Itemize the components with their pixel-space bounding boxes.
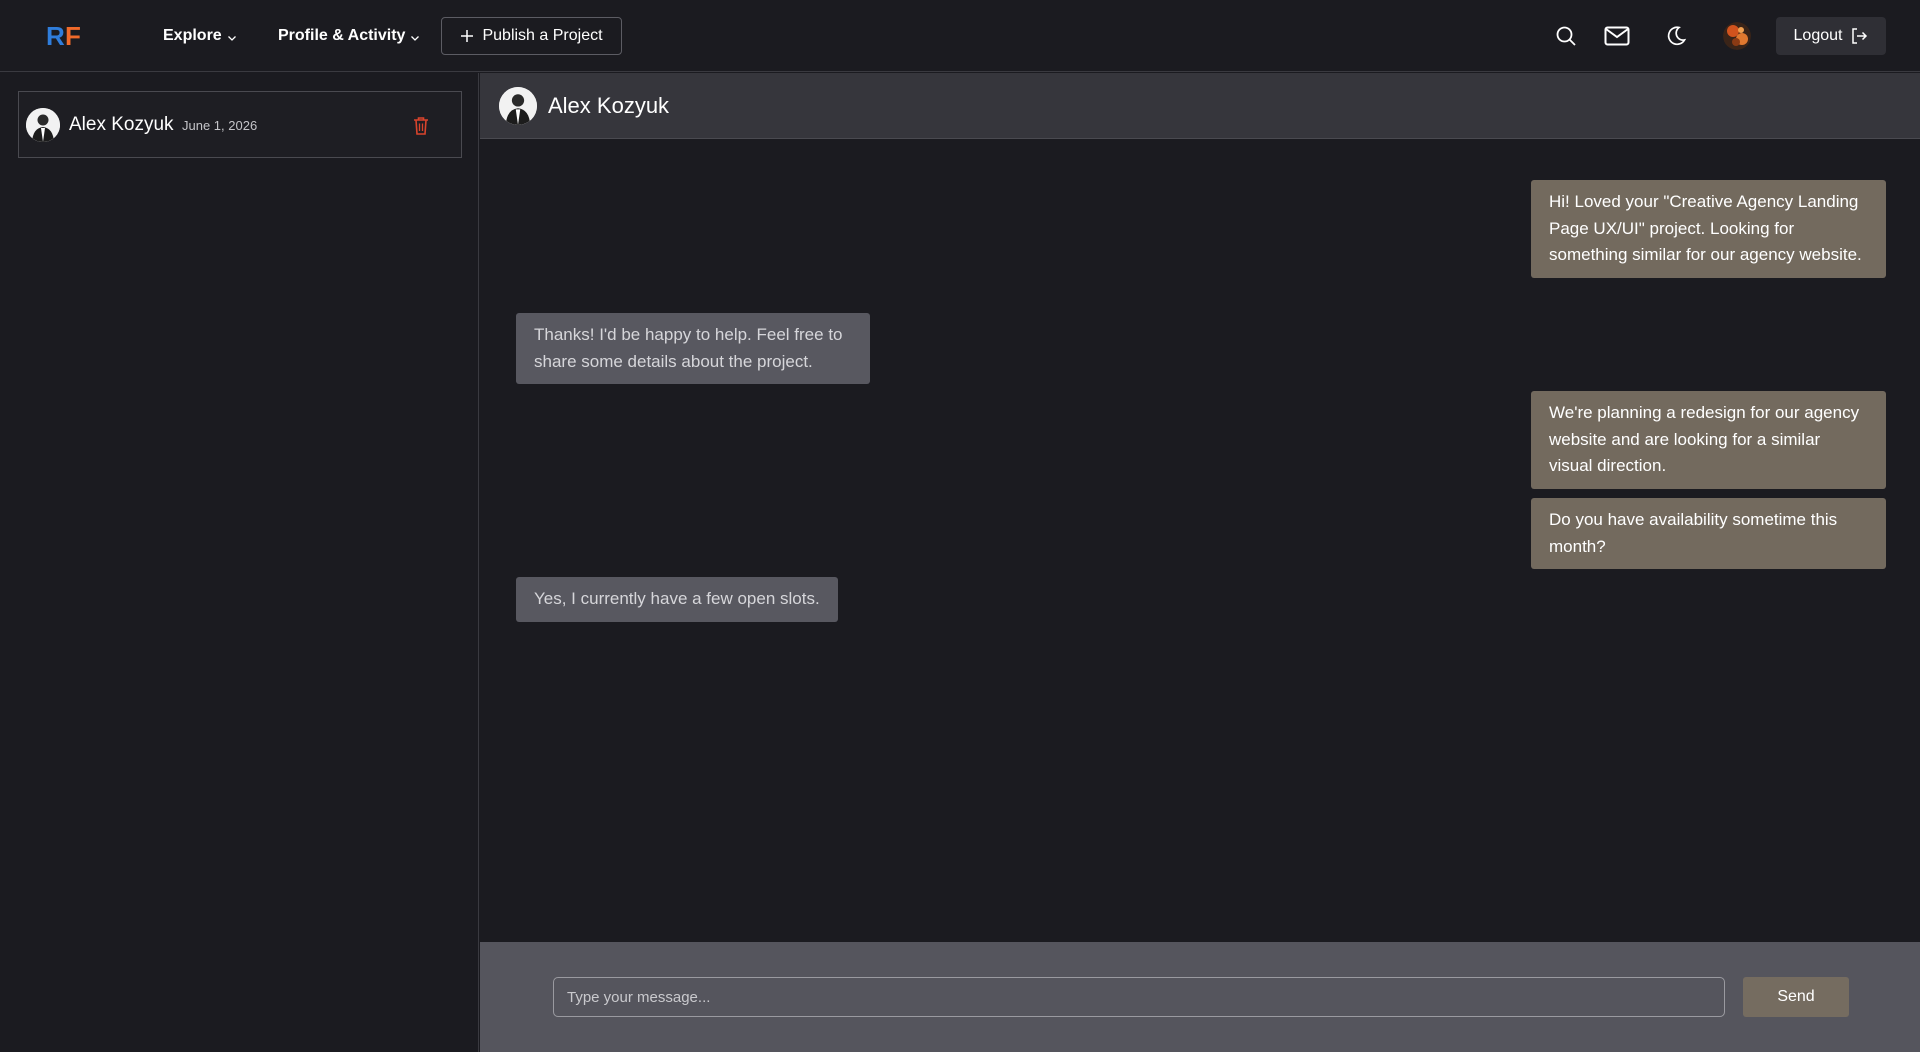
chevron-down-icon: [411, 36, 420, 41]
chat-header: Alex Kozyuk: [480, 73, 1920, 139]
user-avatar[interactable]: [1723, 22, 1751, 50]
nav-profile-activity[interactable]: Profile & Activity: [278, 24, 420, 48]
nav-explore-label: Explore: [163, 27, 222, 44]
logo-letter-r: R: [46, 22, 65, 48]
conversation-sidebar: Alex Kozyuk June 1, 2026: [0, 73, 479, 1052]
search-icon[interactable]: [1552, 22, 1580, 50]
message-input[interactable]: [553, 977, 1725, 1017]
message-bubble-incoming: Yes, I currently have a few open slots.: [516, 577, 838, 622]
conversation-date: June 1, 2026: [182, 118, 258, 133]
avatar: [499, 87, 537, 125]
publish-project-button[interactable]: Publish a Project: [441, 17, 622, 55]
message-bubble-outgoing: We're planning a redesign for our agency…: [1531, 391, 1886, 489]
chevron-down-icon: [227, 36, 236, 41]
message-bubble-outgoing: Hi! Loved your "Creative Agency Landing …: [1531, 180, 1886, 278]
chat-contact-name: Alex Kozyuk: [548, 93, 670, 118]
nav-profile-label: Profile & Activity: [278, 27, 406, 44]
logout-icon: [1852, 28, 1868, 44]
mail-icon[interactable]: [1603, 22, 1631, 50]
logout-label: Logout: [1793, 27, 1843, 44]
message-bubble-outgoing: Do you have availability sometime this m…: [1531, 498, 1886, 569]
message-composer: Send: [480, 942, 1920, 1052]
avatar: [26, 108, 60, 142]
nav-explore[interactable]: Explore: [163, 24, 237, 48]
top-navbar: R F Explore Profile & Activity Publish a…: [0, 0, 1920, 72]
message-list: Hi! Loved your "Creative Agency Landing …: [480, 140, 1920, 942]
conversation-item[interactable]: Alex Kozyuk June 1, 2026: [18, 91, 462, 158]
message-bubble-incoming: Thanks! I'd be happy to help. Feel free …: [516, 313, 870, 384]
moon-icon[interactable]: [1662, 22, 1690, 50]
publish-label: Publish a Project: [482, 27, 603, 44]
logo-letter-f: F: [65, 22, 81, 48]
send-button[interactable]: Send: [1743, 977, 1849, 1017]
plus-icon: [461, 30, 474, 42]
trash-icon[interactable]: [412, 116, 430, 136]
logout-button[interactable]: Logout: [1776, 17, 1886, 55]
conversation-name: Alex Kozyuk: [69, 114, 174, 135]
logo[interactable]: R F: [46, 21, 90, 51]
